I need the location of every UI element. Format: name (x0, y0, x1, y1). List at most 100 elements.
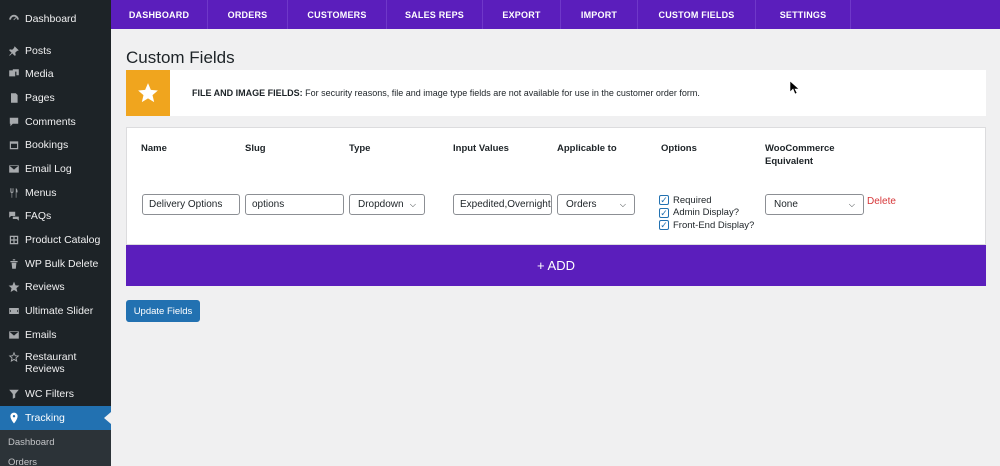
file-image-notice: FILE AND IMAGE FIELDS: For security reas… (126, 70, 986, 116)
field-options-group: ✓ Required ✓ Admin Display? ✓ Front-End … (659, 194, 754, 232)
option-admin-display[interactable]: ✓ Admin Display? (659, 207, 754, 220)
email-icon (7, 162, 20, 175)
filter-icon (7, 388, 20, 401)
main-content: Custom Fields FILE AND IMAGE FIELDS: For… (111, 29, 1000, 466)
sidebar-item-bookings[interactable]: Bookings (0, 133, 111, 157)
catalog-icon (7, 234, 20, 247)
required-checkbox[interactable]: ✓ (659, 195, 669, 206)
field-woocommerce-select[interactable]: None ⌵ (765, 194, 864, 215)
sidebar-item-label: Menus (25, 186, 57, 199)
tab-sales-reps[interactable]: SALES REPS (387, 0, 483, 29)
sidebar-item-ultimate-slider[interactable]: Ultimate Slider (0, 299, 111, 323)
dashboard-icon (7, 12, 20, 25)
sidebar-item-label: Emails (25, 328, 57, 341)
header-name: Name (141, 143, 167, 154)
sidebar-item-product-catalog[interactable]: Product Catalog (0, 228, 111, 252)
sidebar-item-label: Product Catalog (25, 234, 101, 247)
sidebar-item-wp-bulk-delete[interactable]: WP Bulk Delete (0, 252, 111, 276)
slider-icon (7, 305, 20, 318)
field-slug-input[interactable]: options (245, 194, 344, 215)
sidebar-item-label: Ultimate Slider (25, 305, 94, 318)
option-label: Front-End Display? (673, 219, 755, 231)
header-woocommerce-equivalent: WooCommerce Equivalent (765, 142, 835, 168)
notice-star-badge (126, 70, 170, 116)
star-icon (138, 83, 158, 103)
header-type: Type (349, 143, 371, 154)
submenu-item-orders[interactable]: Orders (0, 452, 111, 466)
star-outline-icon (7, 351, 20, 364)
field-type-value: Dropdown (358, 199, 404, 210)
sidebar-item-posts[interactable]: Posts (0, 39, 111, 63)
sidebar-item-label: WP Bulk Delete (25, 257, 99, 270)
notice-text: For security reasons, file and image typ… (302, 88, 700, 98)
sidebar-item-dashboard[interactable]: Dashboard (0, 7, 111, 31)
admin-display-checkbox[interactable]: ✓ (659, 207, 669, 218)
add-field-button[interactable]: + ADD (126, 245, 986, 286)
tab-export[interactable]: EXPORT (483, 0, 561, 29)
option-front-end-display[interactable]: ✓ Front-End Display? (659, 219, 754, 232)
faq-icon (7, 210, 20, 223)
sidebar-item-reviews[interactable]: Reviews (0, 276, 111, 300)
header-applicable-to: Applicable to (557, 143, 617, 154)
sidebar-item-label: Comments (25, 115, 76, 128)
front-end-display-checkbox[interactable]: ✓ (659, 220, 669, 231)
tab-import[interactable]: IMPORT (561, 0, 638, 29)
tab-custom-fields[interactable]: CUSTOM FIELDS (638, 0, 756, 29)
notice-heading: FILE AND IMAGE FIELDS: (192, 88, 303, 98)
option-label: Admin Display? (673, 207, 739, 219)
sidebar-item-email-log[interactable]: Email Log (0, 157, 111, 181)
sidebar-item-label: Restaurant Reviews (25, 350, 77, 375)
notice-message: FILE AND IMAGE FIELDS: For security reas… (192, 88, 700, 98)
header-woo-line1: WooCommerce (765, 143, 835, 154)
sidebar-item-label: Bookings (25, 139, 69, 152)
sidebar-item-label: Email Log (25, 162, 72, 175)
page-title: Custom Fields (126, 48, 235, 67)
sidebar-item-label: Dashboard (25, 12, 77, 25)
plugin-top-nav: DASHBOARD ORDERS CUSTOMERS SALES REPS EX… (111, 0, 1000, 29)
sidebar-item-label: Tracking (25, 412, 65, 425)
custom-fields-table: Name Slug Type Input Values Applicable t… (126, 127, 986, 245)
chevron-down-icon: ⌵ (619, 199, 626, 209)
tab-settings[interactable]: SETTINGS (756, 0, 851, 29)
sidebar-item-label: Media (25, 68, 54, 81)
star-icon (7, 281, 20, 294)
header-input-values: Input Values (453, 143, 509, 154)
submenu-item-dashboard[interactable]: Dashboard (0, 432, 111, 452)
admin-sidebar: Dashboard Posts Media Pages Comments Boo… (0, 0, 111, 466)
email-icon (7, 328, 20, 341)
chevron-down-icon: ⌵ (848, 199, 855, 209)
sidebar-item-faqs[interactable]: FAQs (0, 205, 111, 229)
delete-field-link[interactable]: Delete (867, 196, 896, 207)
sidebar-item-label: Pages (25, 91, 55, 104)
sidebar-item-label: FAQs (25, 210, 52, 223)
option-required[interactable]: ✓ Required (659, 194, 754, 207)
sidebar-item-restaurant-reviews[interactable]: Restaurant Reviews (0, 347, 111, 383)
utensils-icon (7, 186, 20, 199)
sidebar-item-tracking[interactable]: Tracking (0, 406, 111, 430)
tab-orders[interactable]: ORDERS (208, 0, 288, 29)
sidebar-item-pages[interactable]: Pages (0, 86, 111, 110)
field-applicable-select[interactable]: Orders ⌵ (557, 194, 635, 215)
tab-customers[interactable]: CUSTOMERS (288, 0, 387, 29)
header-slug: Slug (245, 143, 266, 154)
field-name-input[interactable]: Delivery Options (142, 194, 240, 215)
media-icon (7, 68, 20, 81)
pages-icon (7, 91, 20, 104)
sidebar-item-wc-filters[interactable]: WC Filters (0, 383, 111, 407)
field-applicable-value: Orders (566, 199, 597, 210)
sidebar-item-label: WC Filters (25, 388, 74, 401)
field-woocommerce-value: None (774, 199, 798, 210)
tab-dashboard[interactable]: DASHBOARD (111, 0, 208, 29)
sidebar-item-label: Posts (25, 44, 52, 57)
sidebar-item-media[interactable]: Media (0, 62, 111, 86)
header-options: Options (661, 143, 697, 154)
field-type-select[interactable]: Dropdown ⌵ (349, 194, 425, 215)
comments-icon (7, 115, 20, 128)
update-fields-button[interactable]: Update Fields (126, 300, 200, 322)
field-input-values-input[interactable]: Expedited,Overnight (453, 194, 552, 215)
sidebar-item-emails[interactable]: Emails (0, 323, 111, 347)
sidebar-item-menus[interactable]: Menus (0, 181, 111, 205)
location-icon (7, 412, 20, 425)
tracking-submenu: Dashboard Orders (0, 430, 111, 466)
sidebar-item-comments[interactable]: Comments (0, 110, 111, 134)
